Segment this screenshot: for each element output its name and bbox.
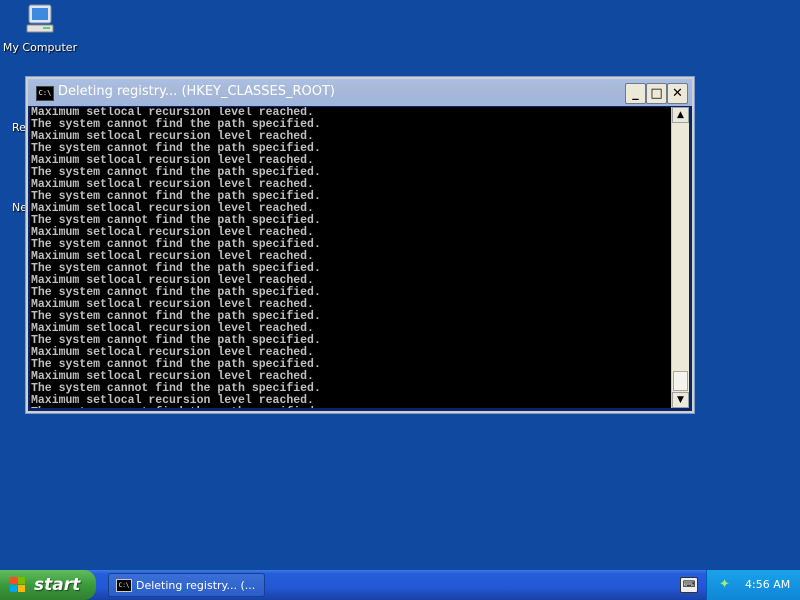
window-title: Deleting registry... (HKEY_CLASSES_ROOT): [58, 84, 335, 99]
start-button[interactable]: start: [0, 570, 96, 600]
scroll-down-button[interactable]: ▼: [672, 392, 689, 408]
console-icon: C:\: [116, 579, 132, 592]
desktop-icon-label: My Computer: [2, 41, 78, 54]
arrow-up-icon: ▲: [677, 110, 684, 120]
window-titlebar[interactable]: C:\ Deleting registry... (HKEY_CLASSES_R…: [28, 79, 692, 106]
clock[interactable]: 4:56 AM: [745, 570, 790, 600]
vertical-scrollbar[interactable]: ▲ ▼: [671, 107, 689, 408]
desktop-icon-partial-label[interactable]: Re: [12, 121, 26, 134]
desktop-icon-my-computer[interactable]: My Computer: [0, 2, 80, 54]
system-tray: ✦ 4:56 AM: [706, 570, 800, 600]
scroll-thumb[interactable]: [673, 371, 688, 391]
taskbar: start C:\ Deleting registry... (... ⌨ ✦ …: [0, 570, 800, 600]
console-line: The system cannot find the path specifie…: [30, 407, 671, 409]
taskbar-item-console[interactable]: C:\ Deleting registry... (...: [108, 573, 265, 597]
keyboard-icon[interactable]: ⌨: [680, 577, 698, 593]
console-window: C:\ Deleting registry... (HKEY_CLASSES_R…: [25, 76, 695, 414]
start-label: start: [34, 575, 81, 595]
scroll-up-button[interactable]: ▲: [672, 107, 689, 123]
close-button[interactable]: ✕: [667, 83, 688, 104]
network-icon[interactable]: ✦: [719, 578, 733, 592]
console-output[interactable]: Maximum setlocal recursion level reached…: [30, 107, 671, 408]
windows-logo-icon: [10, 577, 25, 592]
minimize-button[interactable]: _: [625, 83, 646, 104]
console-icon[interactable]: C:\: [36, 86, 54, 101]
arrow-down-icon: ▼: [677, 395, 684, 405]
taskbar-item-label: Deleting registry... (...: [136, 579, 256, 592]
computer-icon: [26, 4, 54, 33]
maximize-button[interactable]: □: [646, 83, 667, 104]
